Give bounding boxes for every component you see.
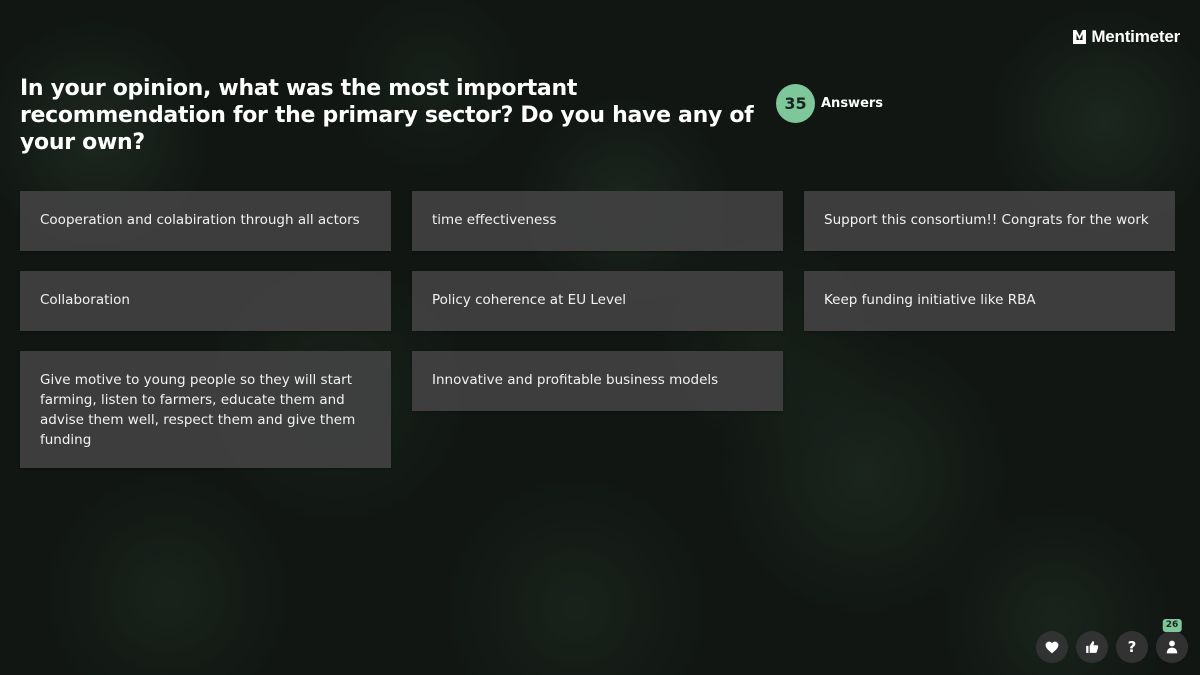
- responses-row: Cooperation and colabiration through all…: [20, 191, 1176, 251]
- response-card: Innovative and profitable business model…: [412, 351, 783, 411]
- mentimeter-logo: Mentimeter: [1073, 27, 1180, 47]
- responses-grid: Cooperation and colabiration through all…: [20, 191, 1176, 468]
- participant-icon: [1166, 640, 1178, 654]
- response-card: Keep funding initiative like RBA: [804, 271, 1175, 331]
- answers-label: Answers: [821, 96, 884, 111]
- heart-reaction-button[interactable]: [1036, 631, 1068, 663]
- reaction-controls: ? 26: [1036, 619, 1188, 663]
- responses-row: Give motive to young people so they will…: [20, 351, 1176, 468]
- response-card: time effectiveness: [412, 191, 783, 251]
- brand-name: Mentimeter: [1091, 27, 1180, 46]
- answers-counter: 35 Answers: [776, 84, 883, 123]
- mentimeter-logo-icon: [1073, 30, 1087, 44]
- response-card: Support this consortium!! Congrats for t…: [804, 191, 1175, 251]
- thumbs-up-reaction-button[interactable]: [1076, 631, 1108, 663]
- question-icon: ?: [1127, 637, 1137, 656]
- thumbs-up-icon: [1086, 641, 1099, 653]
- question-title: In your opinion, what was the most impor…: [20, 76, 754, 155]
- response-card: Collaboration: [20, 271, 391, 331]
- response-card: Cooperation and colabiration through all…: [20, 191, 391, 251]
- response-card: Give motive to young people so they will…: [20, 351, 391, 468]
- participants-button[interactable]: 26: [1156, 619, 1188, 663]
- responses-row: Collaboration Policy coherence at EU Lev…: [20, 271, 1176, 331]
- question-button[interactable]: ?: [1116, 631, 1148, 663]
- answers-count: 35: [776, 84, 815, 123]
- participant-count-badge: 26: [1162, 619, 1182, 632]
- heart-icon: [1045, 641, 1059, 653]
- response-card: Policy coherence at EU Level: [412, 271, 783, 331]
